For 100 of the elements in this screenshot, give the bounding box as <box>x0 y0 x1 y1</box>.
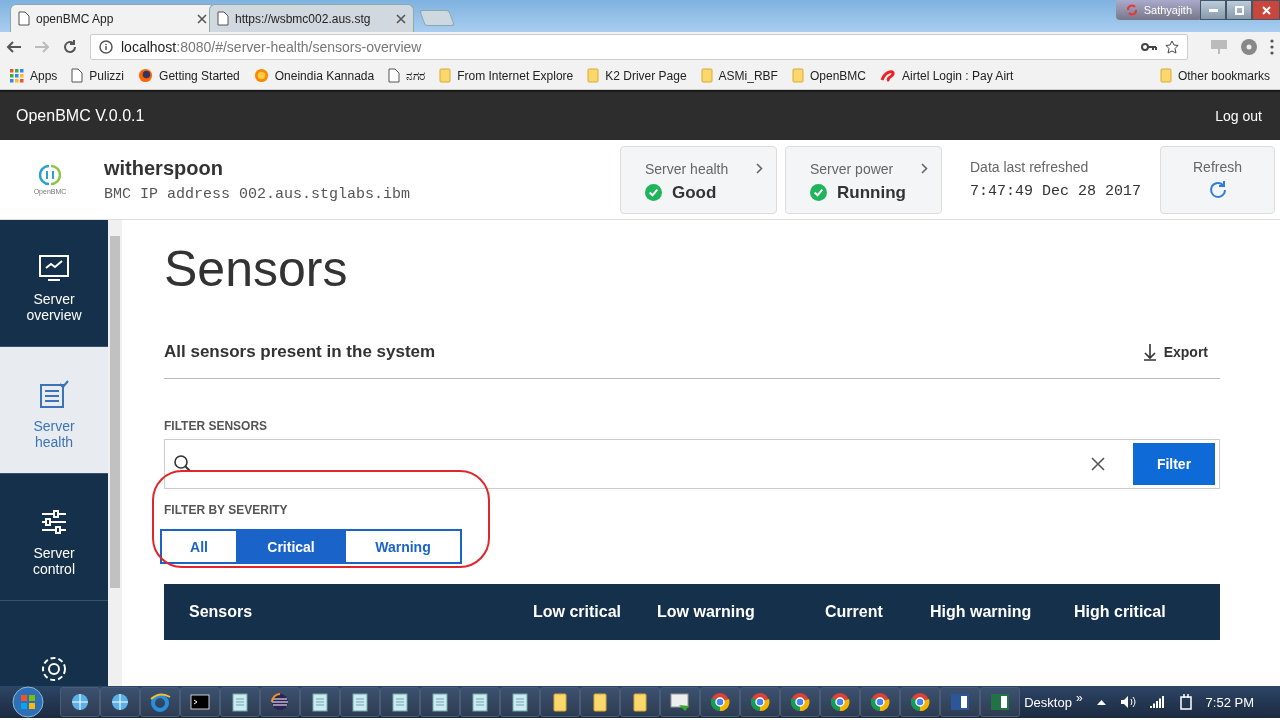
logo-icon <box>39 164 61 186</box>
bookmark[interactable]: Apps <box>10 68 58 83</box>
address-bar[interactable]: localhost:8080/#/server-health/sensors-overview <box>90 34 1188 60</box>
browser-tab[interactable]: https://wsbmc002.aus.stg <box>209 4 414 32</box>
key-icon[interactable] <box>1141 42 1157 52</box>
notepad-icon <box>469 691 491 713</box>
taskbar-button[interactable] <box>100 687 140 717</box>
film-reel-icon[interactable] <box>1240 38 1258 56</box>
globe-icon <box>69 691 91 713</box>
caret-icon[interactable] <box>1096 699 1106 705</box>
taskbar-button[interactable] <box>380 687 420 717</box>
remote-desktop-icon <box>669 691 691 713</box>
status-value: Running <box>837 182 906 203</box>
taskbar-button[interactable] <box>820 687 860 717</box>
close-icon[interactable] <box>396 13 406 24</box>
taskbar-button[interactable] <box>260 687 300 717</box>
refreshed-time: 7:47:49 Dec 28 2017 <box>970 183 1143 200</box>
filter-button[interactable]: Filter <box>1133 443 1215 485</box>
refresh-button[interactable]: Refresh <box>1160 145 1275 214</box>
power-plug-icon[interactable] <box>1179 694 1192 710</box>
reload-icon[interactable] <box>62 39 78 55</box>
restore-icon <box>1234 5 1244 15</box>
maximize-button[interactable] <box>1226 0 1252 20</box>
taskbar-button[interactable] <box>980 687 1020 717</box>
folder-icon <box>587 68 600 83</box>
status-card[interactable]: Server power Running <box>785 145 942 214</box>
sun-icon <box>253 68 269 83</box>
taskbar-button[interactable] <box>300 687 340 717</box>
severity-button[interactable]: All <box>160 529 238 564</box>
bookmark[interactable]: ASMi_RBF <box>700 68 778 83</box>
notepad-icon <box>349 691 371 713</box>
chrome-icon <box>749 691 771 713</box>
bookmark[interactable]: Getting Started <box>138 68 240 83</box>
taskbar-button[interactable] <box>780 687 820 717</box>
severity-button[interactable]: Warning <box>344 529 462 564</box>
clock[interactable]: 7:52 PM <box>1205 694 1254 710</box>
terminal-icon <box>189 691 211 713</box>
start-orb-icon <box>12 686 44 718</box>
taskbar-button[interactable] <box>540 687 580 717</box>
taskbar-button[interactable] <box>340 687 380 717</box>
column-header: Low critical <box>533 603 623 621</box>
taskbar-button[interactable] <box>660 687 700 717</box>
minimize-button[interactable] <box>1200 0 1226 20</box>
signal-icon[interactable] <box>1149 696 1166 708</box>
taskbar-button[interactable] <box>740 687 780 717</box>
taskbar-button[interactable] <box>900 687 940 717</box>
page-title: Sensors <box>164 240 349 299</box>
taskbar-button[interactable] <box>220 687 260 717</box>
folder-icon <box>1159 68 1172 83</box>
bookmark[interactable]: K2 Driver Page <box>587 68 687 83</box>
taskbar-button[interactable] <box>620 687 660 717</box>
profile-name: Sathyajith <box>1143 4 1192 16</box>
taskbar-button[interactable] <box>60 687 100 717</box>
check-circle-icon <box>810 184 827 201</box>
taskbar-button[interactable] <box>700 687 740 717</box>
scrollbar[interactable] <box>108 220 122 686</box>
taskbar-button[interactable] <box>140 687 180 717</box>
taskbar-button[interactable] <box>580 687 620 717</box>
nav-item[interactable]: Server health <box>0 347 108 474</box>
taskbar-button[interactable] <box>420 687 460 717</box>
bookmark[interactable]: Other bookmarks <box>1159 68 1270 83</box>
logout-link[interactable]: Log out <box>1215 108 1262 124</box>
desktop-toolbar[interactable]: Desktop <box>1024 694 1072 710</box>
bookmark[interactable]: Airtel Login : Pay Airt <box>880 68 1014 83</box>
speaker-icon[interactable] <box>1119 695 1136 709</box>
star-icon[interactable] <box>1165 40 1179 54</box>
close-button[interactable] <box>1252 0 1280 20</box>
severity-button[interactable]: Critical <box>236 529 346 564</box>
field-label: FILTER BY SEVERITY <box>164 503 289 517</box>
server-name: witherspoon <box>104 156 224 180</box>
chrome-icon <box>909 691 931 713</box>
taskbar-button[interactable] <box>180 687 220 717</box>
menu-icon[interactable] <box>1270 39 1274 55</box>
clear-icon[interactable] <box>1091 457 1105 471</box>
export-button[interactable]: Export <box>1137 342 1214 362</box>
notepad-icon <box>389 691 411 713</box>
bookmark[interactable]: ನಗರ <box>388 68 426 83</box>
page-icon <box>388 68 401 83</box>
more-chevron[interactable]: » <box>1075 691 1083 705</box>
taskbar-button[interactable] <box>940 687 980 717</box>
bookmark[interactable]: OpenBMC <box>791 68 866 83</box>
close-icon[interactable] <box>197 13 207 24</box>
eclipse-icon <box>269 691 291 713</box>
back-icon[interactable] <box>6 39 22 55</box>
column-header: Sensors <box>189 603 254 621</box>
browser-e-icon <box>149 691 171 713</box>
page-icon <box>18 11 30 26</box>
bookmark[interactable]: Pulizzi <box>71 68 125 83</box>
taskbar-button[interactable] <box>500 687 540 717</box>
folder-icon <box>439 68 452 83</box>
chrome-icon <box>709 691 731 713</box>
taskbar-button[interactable] <box>460 687 500 717</box>
taskbar-button[interactable] <box>860 687 900 717</box>
bookmark[interactable]: Oneindia Kannada <box>253 68 375 83</box>
swoosh-icon <box>880 68 896 83</box>
status-card[interactable]: Server health Good <box>620 145 777 214</box>
search-field[interactable]: Filter <box>164 439 1220 489</box>
fox-globe-icon <box>138 68 154 83</box>
bookmark[interactable]: From Internet Explore <box>439 68 574 83</box>
minimize-icon <box>1208 8 1218 12</box>
